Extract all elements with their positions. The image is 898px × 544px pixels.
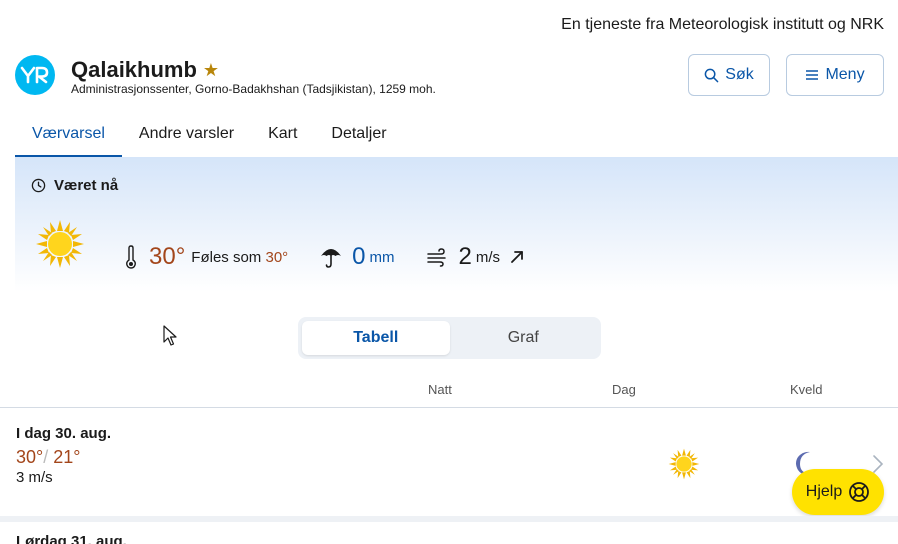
- yr-logo-icon: [20, 66, 49, 84]
- temp-separator: /: [43, 447, 49, 467]
- wind-direction-arrow-icon: [511, 251, 523, 263]
- day-1-wind: 3 m/s: [16, 469, 53, 486]
- menu-button-label: Meny: [825, 66, 865, 83]
- hamburger-icon: [806, 70, 819, 80]
- service-attribution: En tjeneste fra Meteorologisk institutt …: [561, 16, 884, 33]
- current-weather-heading: Været nå: [31, 177, 118, 194]
- view-toggle: Tabell Graf: [298, 317, 601, 359]
- tab-details[interactable]: Detaljer: [314, 114, 403, 158]
- chevron-right-icon[interactable]: [872, 454, 884, 474]
- day-sun-icon: [668, 448, 700, 480]
- mouse-cursor-icon: [163, 325, 177, 346]
- current-weather-title: Været nå: [54, 177, 119, 194]
- umbrella-icon: [321, 249, 342, 268]
- day-1-temperatures: 30°/ 21°: [16, 447, 81, 468]
- feels-like-label: Føles som: [191, 248, 262, 266]
- help-button-label: Hjelp: [805, 483, 843, 500]
- help-button[interactable]: Hjelp: [792, 469, 884, 515]
- feels-like: Føles som 30°: [191, 249, 288, 266]
- table-view-button[interactable]: Tabell: [302, 321, 450, 355]
- thermometer-icon: [126, 245, 136, 269]
- day-1-title[interactable]: I dag 30. aug.: [16, 425, 111, 442]
- precipitation-unit: mm: [369, 248, 395, 266]
- day-separator: [0, 516, 898, 522]
- current-weather-panel: Været nå 30° Føles som 30° 0 mm 2 m/s: [15, 157, 898, 292]
- clock-icon: [31, 178, 46, 193]
- location-details: Administrasjonssenter, Gorno-Badakhshan …: [71, 82, 436, 96]
- lifebuoy-icon: [849, 482, 870, 502]
- graph-view-button[interactable]: Graf: [450, 321, 598, 355]
- day-1-min-temp: 21°: [53, 447, 81, 467]
- wind-unit: m/s: [475, 248, 501, 266]
- wind-icon: [426, 248, 446, 267]
- column-evening: Kveld: [790, 382, 823, 397]
- search-button[interactable]: Søk: [688, 54, 770, 96]
- tab-forecast[interactable]: Værvarsel: [15, 114, 122, 158]
- day-1-max-temp: 30°: [16, 447, 44, 467]
- search-icon: [704, 68, 719, 82]
- day-2-title[interactable]: Lørdag 31. aug.: [16, 533, 127, 544]
- location-name: Qalaikhumb: [71, 57, 197, 82]
- table-divider: [0, 407, 898, 408]
- yr-logo[interactable]: [15, 55, 55, 95]
- favorite-star-icon[interactable]: ★: [203, 60, 219, 81]
- tab-other-forecasts[interactable]: Andre varsler: [122, 114, 251, 158]
- feels-like-value: 30°: [265, 248, 289, 266]
- sun-icon: [36, 220, 84, 268]
- search-button-label: Søk: [725, 66, 754, 83]
- location-title: Qalaikhumb ★: [71, 57, 219, 83]
- current-weather-values: 30° Føles som 30° 0 mm 2 m/s: [125, 241, 524, 273]
- main-tabs: Værvarsel Andre varsler Kart Detaljer: [15, 114, 404, 158]
- column-night: Natt: [428, 382, 452, 397]
- column-day: Dag: [612, 382, 636, 397]
- menu-button[interactable]: Meny: [786, 54, 884, 96]
- current-temperature: 30°: [149, 243, 186, 270]
- tab-map[interactable]: Kart: [251, 114, 314, 158]
- current-wind-speed: 2: [458, 243, 472, 270]
- current-precipitation: 0: [352, 243, 366, 270]
